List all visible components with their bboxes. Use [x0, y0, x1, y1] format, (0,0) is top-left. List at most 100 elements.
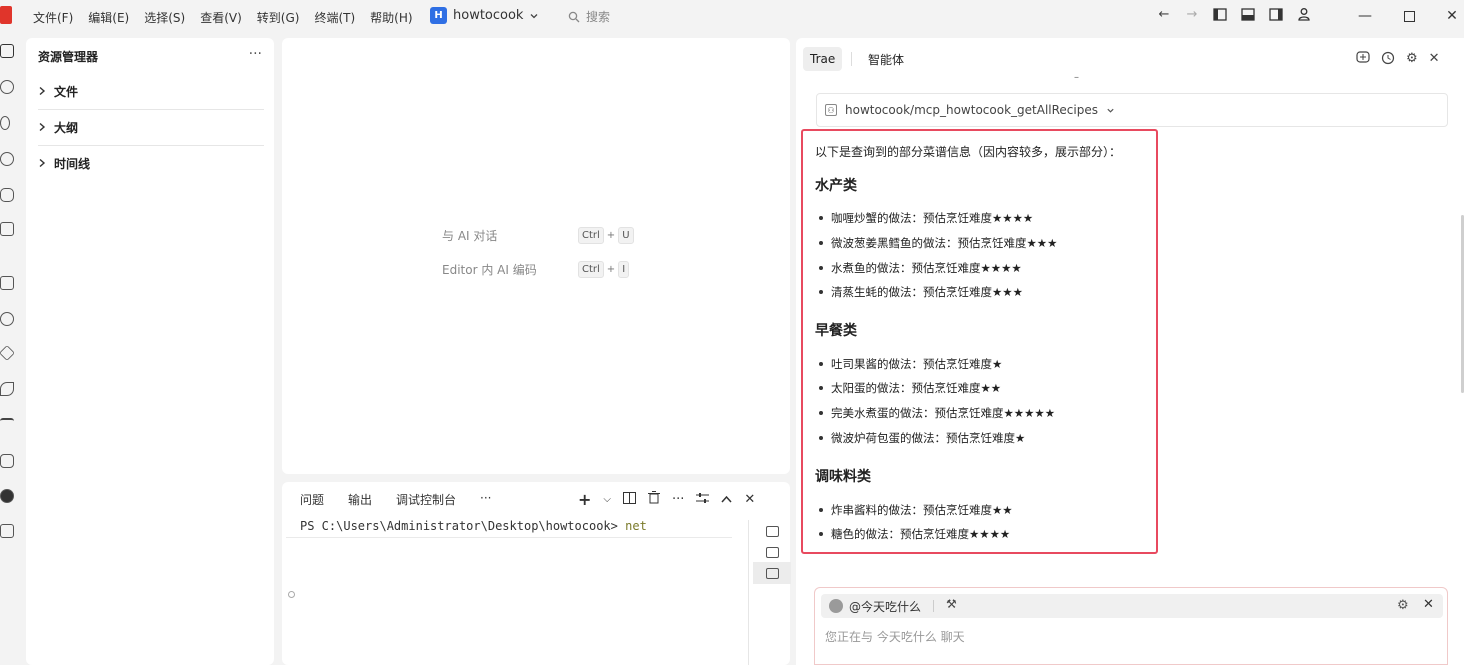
- terminal-instance-icon[interactable]: [766, 547, 779, 558]
- tools-icon[interactable]: ⚒: [946, 597, 957, 611]
- key-u: U: [618, 227, 634, 244]
- toggle-left-panel-icon[interactable]: [1212, 6, 1228, 22]
- terminal-prompt: PS C:\Users\Administrator\Desktop\howtoc…: [300, 519, 618, 533]
- agent-avatar-icon: [829, 599, 843, 613]
- title-tools: ← →: [1156, 6, 1312, 22]
- list-item: 炸串酱料的做法：预估烹饪难度★★: [819, 502, 1013, 518]
- hint-label: 与 AI 对话: [442, 229, 498, 243]
- divider: [933, 600, 934, 612]
- menu-selection[interactable]: 选择(S): [144, 9, 193, 26]
- collapse-handle[interactable]: –: [1074, 72, 1079, 83]
- list-item: 糖色的做法：预估烹饪难度★★★★: [819, 526, 1010, 542]
- menu-terminal[interactable]: 终端(T): [314, 9, 363, 26]
- minimize-icon[interactable]: —: [1355, 6, 1375, 26]
- tab-agent[interactable]: 智能体: [868, 51, 904, 68]
- menu-file[interactable]: 文件(F): [33, 9, 81, 26]
- menu-bar: 文件(F) 编辑(E) 选择(S) 查看(V) 转到(G) 终端(T) 帮助(H…: [33, 0, 428, 34]
- project-switcher[interactable]: H howtocook: [430, 7, 539, 24]
- chevron-down-icon: [531, 13, 538, 18]
- tree-item-label: 大纲: [54, 120, 79, 135]
- history-icon[interactable]: [1381, 51, 1395, 69]
- close-icon[interactable]: ✕: [1423, 597, 1434, 612]
- hint-label: Editor 内 AI 编码: [442, 263, 537, 277]
- project-badge: H: [430, 7, 447, 24]
- gear-icon[interactable]: ⚙: [1406, 51, 1418, 69]
- terminal-instance-active-icon[interactable]: [766, 568, 779, 579]
- list-item: 微波葱姜黑鳕鱼的做法：预估烹饪难度★★★: [819, 235, 1057, 251]
- settings-gear-icon[interactable]: [0, 489, 14, 503]
- list-item: 水煮鱼的做法：预估烹饪难度★★★★: [819, 260, 1022, 276]
- tab-debug-console[interactable]: 调试控制台: [396, 491, 456, 508]
- tab-problems[interactable]: 问题: [300, 491, 324, 508]
- account-icon[interactable]: [1296, 6, 1312, 22]
- menu-view[interactable]: 查看(V): [200, 9, 250, 26]
- bullet: [819, 508, 823, 512]
- recipe-text: 微波葱姜黑鳕鱼的做法：预估烹饪难度★★★: [831, 236, 1058, 250]
- menu-help[interactable]: 帮助(H): [370, 9, 420, 26]
- tab-trae[interactable]: Trae: [803, 47, 843, 71]
- settings-sliders-icon[interactable]: [696, 492, 710, 508]
- back-arrow-icon[interactable]: ←: [1156, 6, 1172, 22]
- terminal-prompt-line[interactable]: PS C:\Users\Administrator\Desktop\howtoc…: [300, 519, 647, 533]
- agent-mention[interactable]: @今天吃什么: [849, 598, 921, 615]
- section-title: 水产类: [815, 178, 857, 194]
- deploy-icon[interactable]: [0, 382, 14, 396]
- toggle-right-panel-icon[interactable]: [1268, 6, 1284, 22]
- project-name: howtocook: [453, 8, 524, 23]
- close-panel-icon[interactable]: ✕: [744, 492, 755, 507]
- tree-item-timeline[interactable]: 时间线: [38, 146, 264, 180]
- tab-output[interactable]: 输出: [348, 491, 372, 508]
- menu-edit[interactable]: 编辑(E): [88, 9, 137, 26]
- terminal-icon[interactable]: [0, 524, 14, 538]
- recipe-text: 清蒸生蚝的做法：预估烹饪难度★★★: [831, 285, 1023, 299]
- menu-go[interactable]: 转到(G): [257, 9, 308, 26]
- tool-call-card[interactable]: ⚇ howtocook/mcp_howtocook_getAllRecipes: [816, 93, 1448, 127]
- source-control-icon[interactable]: [0, 116, 10, 130]
- more-actions-icon[interactable]: ···: [672, 492, 684, 507]
- more-actions-icon[interactable]: ···: [249, 46, 262, 62]
- bullet: [819, 216, 823, 220]
- close-icon[interactable]: ✕: [1429, 51, 1440, 69]
- chat-input-box[interactable]: @今天吃什么 ⚒ ⚙ ✕ 您正在与 今天吃什么 聊天: [814, 587, 1448, 665]
- tree-item-outline[interactable]: 大纲: [38, 110, 264, 144]
- explorer-panel: 资源管理器 ··· 文件 大纲 时间线: [26, 38, 274, 665]
- search-placeholder: 搜索: [586, 10, 611, 24]
- list-item: 完美水煮蛋的做法：预估烹饪难度★★★★★: [819, 405, 1055, 421]
- maximize-icon[interactable]: [1399, 6, 1419, 26]
- terminal-command: net: [625, 519, 647, 533]
- more-tabs-icon[interactable]: ···: [480, 491, 491, 508]
- add-terminal-icon[interactable]: +: [578, 490, 591, 509]
- preview-icon[interactable]: [0, 152, 14, 166]
- recipe-text: 炸串酱料的做法：预估烹饪难度★★: [831, 503, 1013, 517]
- maximize-panel-icon[interactable]: [721, 492, 732, 507]
- close-window-icon[interactable]: ✕: [1442, 6, 1462, 26]
- plugin-icon[interactable]: [0, 312, 14, 326]
- recipe-text: 吐司果酱的做法：预估烹饪难度★: [831, 357, 1003, 371]
- explorer-icon[interactable]: [0, 44, 14, 58]
- terminal-panel: 问题 输出 调试控制台 ··· + ⌵ ··· ✕ PS C:\Users\Ad…: [282, 482, 791, 665]
- split-terminal-icon[interactable]: [623, 491, 636, 508]
- tree-item-files[interactable]: 文件: [38, 74, 264, 108]
- chat-input-placeholder: 您正在与 今天吃什么 聊天: [825, 630, 965, 644]
- ai-chat-panel: Trae 智能体 ⚙ ✕ – ⚇ howtocook/mcp_howtocook…: [796, 38, 1464, 665]
- terminal-toolbar: + ⌵ ··· ✕: [578, 490, 755, 509]
- terminal-instance-icon[interactable]: [766, 526, 779, 537]
- new-chat-icon[interactable]: [1356, 51, 1370, 69]
- forward-arrow-icon[interactable]: →: [1184, 6, 1200, 22]
- trash-icon[interactable]: [648, 491, 660, 508]
- search-box[interactable]: 搜索: [568, 8, 610, 25]
- robot-icon[interactable]: [0, 454, 14, 468]
- extensions-icon[interactable]: [0, 276, 14, 290]
- bullet: [819, 362, 823, 366]
- cloud-icon[interactable]: [0, 418, 14, 432]
- package-icon[interactable]: [0, 345, 15, 361]
- plus-sign: +: [606, 264, 616, 275]
- debug-icon[interactable]: [0, 188, 14, 202]
- remote-icon[interactable]: [0, 222, 14, 236]
- search-icon[interactable]: [0, 80, 14, 94]
- tree-item-label: 文件: [54, 84, 79, 99]
- toggle-bottom-panel-icon[interactable]: [1240, 6, 1256, 22]
- recipe-result-highlight: 以下是查询到的部分菜谱信息（因内容较多，展示部分）： 水产类 咖喱炒蟹的做法：预…: [801, 129, 1158, 554]
- chevron-down-icon[interactable]: ⌵: [603, 494, 611, 505]
- gear-icon[interactable]: ⚙: [1397, 598, 1409, 613]
